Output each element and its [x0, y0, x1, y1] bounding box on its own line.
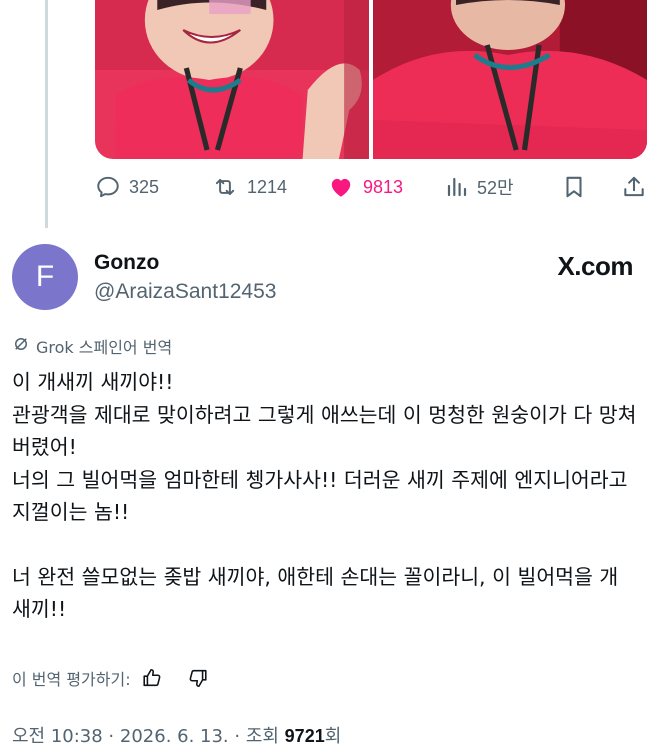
media-photo-1[interactable] — [95, 0, 369, 159]
tweet-line: 너의 그 빌어먹을 엄마한테 쳉가사사!! 더러운 새끼 주제에 엔지니어라고 … — [12, 467, 628, 525]
retweet-icon — [211, 174, 239, 200]
like-button[interactable]: 9813 — [327, 170, 403, 204]
views-button[interactable]: 52만 — [445, 170, 514, 204]
bookmark-button[interactable] — [561, 170, 587, 204]
tweet-line: 관광객을 제대로 맞이하려고 그렇게 애쓰는데 이 멍청한 원숭이가 다 망쳐버… — [12, 402, 637, 460]
reply-button[interactable]: 325 — [95, 170, 159, 204]
bookmark-icon — [561, 174, 587, 200]
author-handle[interactable]: @AraizaSant12453 — [94, 280, 276, 304]
thread-connector-line — [45, 0, 48, 228]
author-display-name[interactable]: Gonzo — [94, 251, 159, 275]
x-com-watermark: X.com — [557, 251, 633, 281]
views-count: 52만 — [477, 178, 514, 198]
tweet-line: 이 개새끼 새끼야!! — [12, 370, 174, 394]
tweet-action-bar: 325 1214 9813 52만 — [95, 170, 647, 204]
translation-notice: Grok 스페인어 번역 — [12, 334, 172, 358]
analytics-icon — [445, 174, 469, 200]
thumbs-up-icon[interactable] — [141, 667, 163, 689]
tweet-media-grid[interactable] — [95, 0, 647, 159]
media-photo-2[interactable] — [373, 0, 647, 159]
rate-translation-label: 이 번역 평가하기: — [12, 670, 131, 689]
thumbs-down-icon[interactable] — [187, 667, 209, 689]
share-icon — [621, 174, 647, 200]
retweet-button[interactable]: 1214 — [211, 170, 287, 204]
avatar-letter: F — [35, 260, 55, 293]
retweet-count: 1214 — [247, 176, 288, 197]
no-sign-icon — [12, 335, 30, 357]
avatar[interactable]: F — [12, 244, 78, 310]
timestamp-text: 오전 10:38 · 2026. 6. 13. · 조회 — [12, 726, 285, 747]
translation-label: Grok 스페인어 번역 — [36, 338, 173, 357]
share-button[interactable] — [621, 170, 647, 204]
heart-icon — [327, 174, 355, 200]
tweet-line: 너 완전 쓸모없는 좆밥 새끼야, 애한테 손대는 꼴이라니, 이 빌어먹을 개… — [12, 564, 619, 622]
reply-icon — [95, 174, 121, 200]
reply-count: 325 — [129, 176, 160, 197]
view-count-suffix: 회 — [324, 726, 342, 747]
tweet-timestamp[interactable]: 오전 10:38 · 2026. 6. 13. · 조회 9721회 — [12, 722, 341, 748]
like-count: 9813 — [363, 176, 404, 197]
rate-translation: 이 번역 평가하기: — [12, 666, 209, 690]
tweet-text: 이 개새끼 새끼야!! 관광객을 제대로 맞이하려고 그렇게 애쓰는데 이 멍청… — [12, 366, 637, 626]
view-count: 9721 — [284, 726, 325, 746]
paragraph-break — [12, 529, 637, 561]
